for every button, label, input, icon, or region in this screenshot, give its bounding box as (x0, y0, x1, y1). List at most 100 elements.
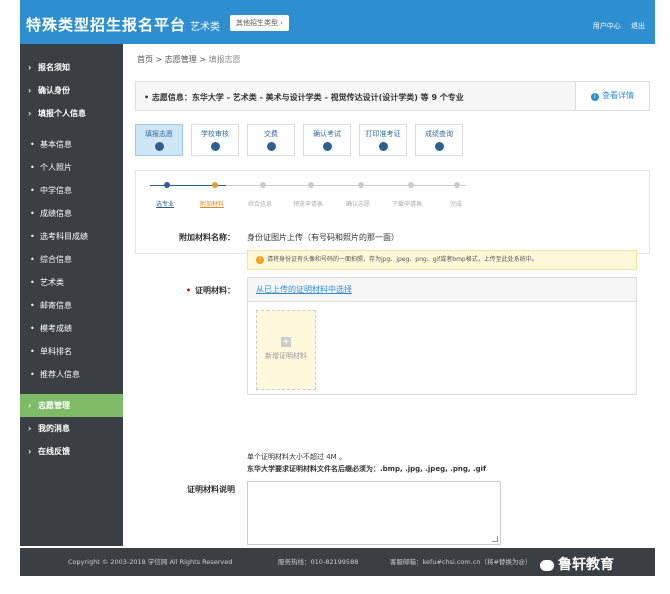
step-icon (322, 142, 332, 151)
chevron-right-icon: › (28, 447, 32, 456)
volunteer-info-bar: • 志愿信息：东华大学 - 艺术类 - 美术与设计学类 - 视觉传达设计(设计学… (135, 81, 650, 111)
user-center-link[interactable]: 用户中心 (593, 22, 621, 30)
sidebar-item-label: 单科排名 (40, 347, 72, 356)
chevron-down-icon: › (28, 109, 32, 118)
required-marker: • (185, 286, 191, 295)
site-title: 特殊类型招生报名平台 (26, 16, 187, 34)
progress-step-label[interactable]: 选专业 (156, 199, 174, 208)
sidebar-item-elective-grades[interactable]: • 选考科目成绩 (20, 225, 123, 248)
sidebar-item-label: 成绩信息 (40, 209, 72, 218)
sidebar-item-feedback[interactable]: › 在线反馈 (20, 440, 123, 463)
progress-step-label: 附加材料 (200, 201, 225, 208)
progress-step-label: 综合信息 (248, 201, 273, 208)
tab-confirm-exam[interactable]: 确认考试 (303, 124, 351, 156)
progress-dot (212, 182, 218, 188)
progress-step-label: 预览申请表 (293, 201, 324, 208)
upload-box: 从已上传的证明材料中选择 + 新增证明材料 (247, 277, 637, 395)
tab-payment[interactable]: 交费 (247, 124, 295, 156)
chevron-right-icon: › (28, 63, 32, 72)
main-content: 首页 > 志愿管理 > 填报志愿 • 志愿信息：东华大学 - 艺术类 - 美术与… (123, 44, 655, 573)
step-icon (434, 142, 444, 151)
format-note: 东华大学要求证明材料文件名后缀必须为：.bmp, .jpg, .jpeg, .p… (247, 465, 487, 473)
step-icon (266, 142, 276, 151)
progress-bar: 选专业 附加材料 综合信息 预览申请表 确认志愿 下载申请表 完成 (136, 171, 651, 215)
sidebar-item-label: 中学信息 (40, 186, 72, 195)
size-note: 单个证明材料大小不超过 4M 。 (247, 453, 346, 461)
sidebar-item-mailing[interactable]: • 邮寄信息 (20, 294, 123, 317)
progress-dot (164, 182, 170, 188)
sidebar-item-label: 确认身份 (38, 86, 70, 95)
sidebar-item-label: 综合信息 (40, 255, 72, 264)
sidebar-item-label: 模考成绩 (40, 324, 72, 333)
watermark: 鲁轩教育 (540, 554, 614, 574)
sidebar-item-label: 邮寄信息 (40, 301, 72, 310)
upload-warning: ! 请将身份证有头像和号码的一面拍照，存为jpg、jpeg、png、gif或者bm… (247, 250, 637, 270)
sidebar-item-label: 填报个人信息 (38, 109, 86, 118)
sidebar-item-personal-info[interactable]: › 填报个人信息 (20, 102, 123, 125)
sidebar-item-label: 报名须知 (38, 63, 70, 72)
category-label: 艺术类 (190, 22, 220, 33)
breadcrumb-volunteer[interactable]: 志愿管理 (165, 55, 197, 64)
sidebar-item-notice[interactable]: › 报名须知 (20, 56, 123, 79)
sidebar-item-label: 我的消息 (38, 424, 70, 433)
progress-step-label: 确认志愿 (346, 201, 371, 208)
add-proof-button[interactable]: + 新增证明材料 (256, 310, 316, 390)
material-name-value: 身份证图片上传（有号码和照片的那一面） (247, 233, 399, 242)
sidebar: › 报名须知 › 确认身份 › 填报个人信息 • 基本信息 • 个人照片 • 中学信息 • 成… (20, 44, 123, 546)
step-icon (154, 142, 164, 151)
footer-hotline: 服务热线：010-82199588 (278, 558, 359, 566)
sidebar-item-label: 个人照片 (40, 163, 72, 172)
footer-email: 客服邮箱：kefu#chsi.com.cn（将#替换为@） (390, 558, 532, 566)
progress-step-label: 下载申请表 (392, 201, 423, 208)
chevron-right-icon: › (28, 424, 32, 433)
sidebar-item-label: 选考科目成绩 (40, 232, 88, 241)
progress-dot (408, 182, 414, 188)
sidebar-item-mock-exam[interactable]: • 模考成绩 (20, 317, 123, 340)
progress-dot (260, 182, 266, 188)
description-textarea[interactable] (247, 481, 501, 545)
volunteer-info-text: 志愿信息：东华大学 - 艺术类 - 美术与设计学类 - 视觉传达设计(设计学类)… (151, 93, 464, 102)
sidebar-item-school-info[interactable]: • 中学信息 (20, 179, 123, 202)
progress-step-label: 完成 (450, 201, 463, 208)
progress-dot (358, 182, 364, 188)
select-uploaded-link[interactable]: 从已上传的证明材料中选择 (248, 278, 636, 302)
step-icon (378, 142, 388, 151)
description-label: 证明材料说明 (187, 485, 235, 494)
sidebar-item-basic-info[interactable]: • 基本信息 (20, 133, 123, 156)
top-header: 特殊类型招生报名平台 艺术类 其他招生类型 › 用户中心 退出 (20, 0, 655, 44)
breadcrumb: 首页 > 志愿管理 > 填报志愿 (137, 55, 241, 64)
chevron-right-icon: › (28, 401, 32, 410)
breadcrumb-home[interactable]: 首页 (137, 55, 153, 64)
tab-school-review[interactable]: 学校审核 (191, 124, 239, 156)
sidebar-item-photo[interactable]: • 个人照片 (20, 156, 123, 179)
resize-handle[interactable] (492, 536, 498, 542)
sidebar-item-label: 在线反馈 (38, 447, 70, 456)
sidebar-item-label: 艺术类 (40, 278, 64, 287)
step-icon (210, 142, 220, 151)
footer-copyright: Copyright © 2003-2018 学信网 All Rights Res… (68, 558, 233, 566)
tab-fill-volunteer[interactable]: 填报志愿 (135, 124, 183, 156)
sidebar-item-volunteer[interactable]: › 志愿管理 (20, 394, 123, 417)
type-dropdown[interactable]: 其他招生类型 › (230, 15, 290, 31)
warning-icon: ! (256, 256, 264, 264)
sidebar-item-label: 志愿管理 (38, 401, 70, 410)
sidebar-item-referee[interactable]: • 推荐人信息 (20, 363, 123, 386)
tab-score-query[interactable]: 成绩查询 (415, 124, 463, 156)
sidebar-item-art[interactable]: • 艺术类 (20, 271, 123, 294)
sidebar-item-general-info[interactable]: • 综合信息 (20, 248, 123, 271)
sidebar-item-messages[interactable]: › 我的消息 (20, 417, 123, 440)
sidebar-item-label: 推荐人信息 (40, 370, 80, 379)
sidebar-item-subject-rank[interactable]: • 单科排名 (20, 340, 123, 363)
chevron-right-icon: › (28, 86, 32, 95)
sidebar-item-grades[interactable]: • 成绩信息 (20, 202, 123, 225)
tab-print-admission[interactable]: 打印准考证 (359, 124, 407, 156)
info-icon: i (591, 93, 599, 101)
plus-icon: + (281, 337, 291, 347)
breadcrumb-current: 填报志愿 (208, 55, 241, 64)
wechat-icon (540, 559, 554, 571)
progress-dot (454, 182, 460, 188)
header-links: 用户中心 退出 (585, 21, 645, 31)
view-details-link[interactable]: i 查看详情 (575, 82, 649, 110)
logout-link[interactable]: 退出 (631, 22, 645, 30)
sidebar-item-confirm-identity[interactable]: › 确认身份 (20, 79, 123, 102)
